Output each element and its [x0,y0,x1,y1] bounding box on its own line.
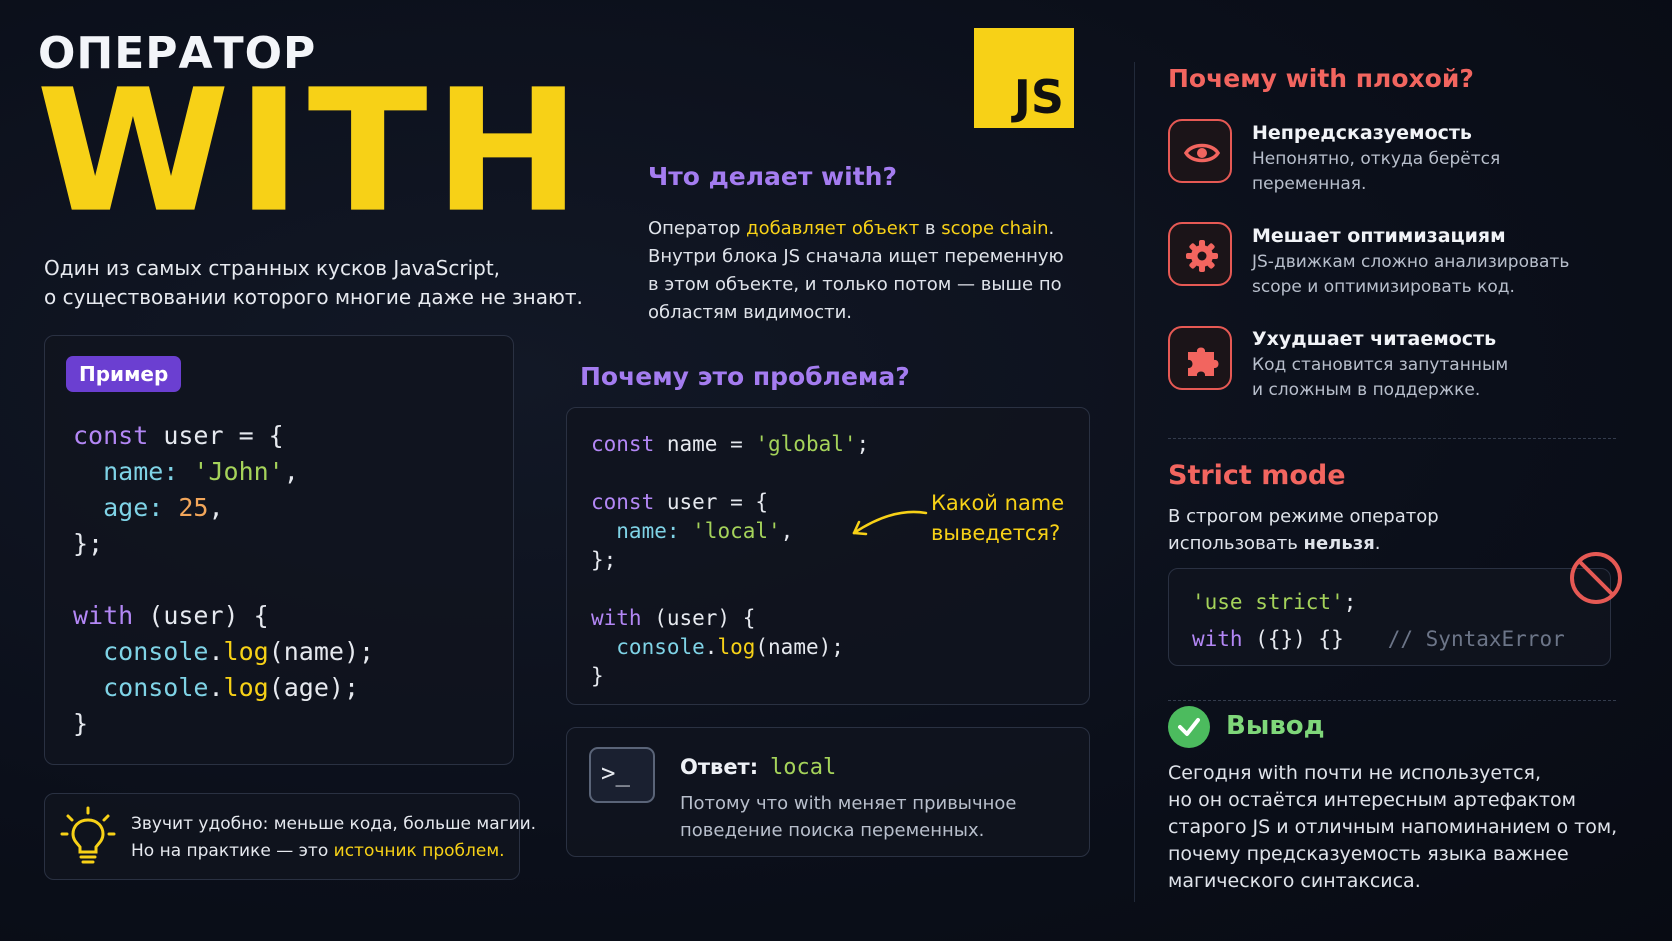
arrow-icon [852,510,928,536]
problem-code: const name = 'global'; const user = { na… [591,430,869,691]
subtitle-line-2: о существовании которого многие даже не … [44,285,583,309]
answer-value: local [770,755,837,780]
eye-icon [1168,119,1232,183]
problem-annotation: Какой name выведется? [931,488,1071,548]
page-subtitle: Один из самых странных кусков JavaScript… [44,254,604,312]
code-line: }; [591,548,617,572]
conclusion-line: старого JS и отличным напоминанием о том… [1168,816,1618,838]
example-badge: Пример [66,356,182,392]
strict-code: 'use strict'; with ({}) {}// SyntaxError [1192,584,1565,658]
section-divider [1168,438,1616,439]
code-line: console.log(age); [73,673,359,702]
why-item-title: Непредсказуемость [1252,122,1472,144]
strict-paragraph: В строгом режиме оператор использовать н… [1168,503,1488,557]
conclusion-paragraph: Сегодня with почти не используется, но о… [1168,760,1638,895]
page-title: WITH [36,64,587,240]
example-code: const user = { name: 'John', age: 25, };… [73,418,374,742]
check-icon [1168,706,1210,748]
lightbulb-icon [60,806,116,864]
conclusion-line: Сегодня with почти не используется, [1168,762,1542,784]
code-line: } [591,664,604,688]
conclusion-line: почему предсказуемость языка важнее [1168,843,1569,865]
problem-heading: Почему это проблема? [580,362,910,391]
code-line: with (user) { [591,606,756,630]
code-line: age: 25, [73,493,224,522]
answer-desc-line-1: Потому что with меняет привычное [680,793,1017,814]
why-item-title: Ухудшает читаемость [1252,328,1497,350]
answer-desc-line-2: поведение поиска переменных. [680,820,985,841]
why-item-desc: Код становится запутанным и сложным в под… [1252,355,1509,400]
answer-label: Ответ: [680,755,759,779]
strict-line-2: использовать нельзя. [1168,533,1381,554]
prohibited-icon [1570,552,1622,604]
code-line: 'use strict'; [1192,590,1357,614]
what-heading: Что делает with? [648,162,897,191]
why-item-desc: JS-движкам сложно анализировать scope и о… [1252,252,1570,297]
column-divider [1134,62,1135,902]
puzzle-icon [1168,326,1232,390]
code-line: console.log(name); [591,635,844,659]
annotation-line-1: Какой name [931,491,1065,515]
terminal-icon: >_ [589,747,655,803]
gear-icon [1168,222,1232,286]
annotation-line-2: выведется? [931,521,1061,545]
code-line: }; [73,529,104,558]
conclusion-line: но он остаётся интересным артефактом [1168,789,1576,811]
why-item-title: Мешает оптимизациям [1252,225,1506,247]
conclusion-heading: Вывод [1226,711,1325,741]
answer-description: Потому что with меняет привычное поведен… [680,790,1060,844]
strict-line-1: В строгом режиме оператор [1168,506,1439,527]
code-line: } [73,709,89,738]
why-item-desc: Непонятно, откуда берётся переменная. [1252,149,1501,194]
js-logo: JS [974,28,1074,128]
code-line: with ({}) {}// SyntaxError [1192,627,1565,651]
tip-text: Звучит удобно: меньше кода, больше магии… [131,811,536,865]
code-line: name: 'local', [591,519,794,543]
code-line: with (user) { [73,601,269,630]
tip-line-2: Но на практике — это источник проблем. [131,841,505,861]
conclusion-line: магического синтаксиса. [1168,870,1421,892]
code-line: console.log(name); [73,637,375,666]
js-logo-text: JS [1013,70,1064,124]
tip-line-1: Звучит удобно: меньше кода, больше магии… [131,814,537,834]
subtitle-line-1: Один из самых странных кусков JavaScript… [44,256,501,280]
section-divider [1168,700,1616,701]
code-line: const user = { [591,490,769,514]
code-line: const name = 'global'; [591,432,870,456]
strict-heading: Strict mode [1168,460,1346,491]
why-bad-heading: Почему with плохой? [1168,64,1474,93]
code-line: name: 'John', [73,457,299,486]
page-title-text: WITH [36,53,587,250]
what-paragraph: Оператор добавляет объект в scope chain.… [648,218,1064,323]
code-line: const user = { [73,421,284,450]
